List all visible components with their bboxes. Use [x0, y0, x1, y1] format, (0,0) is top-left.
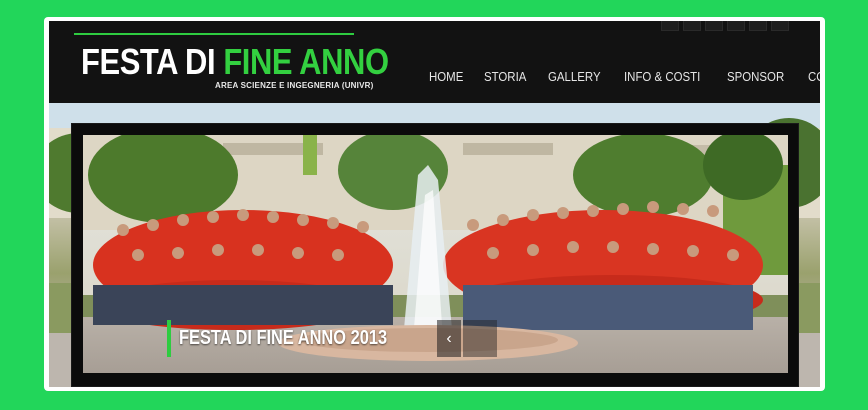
- chevron-left-icon: ‹: [446, 329, 452, 347]
- nav-item-storia[interactable]: STORIA: [484, 69, 533, 84]
- site-header: FESTA DI FINE ANNO AREA SCIENZE E INGEGN…: [49, 21, 820, 103]
- slide-caption: FESTA DI FINE ANNO 2013: [167, 320, 433, 357]
- social-icon[interactable]: [683, 21, 701, 31]
- logo-subtitle: AREA SCIENZE E INGEGNERIA (UNIVR): [215, 81, 374, 90]
- website: FESTA DI FINE ANNO AREA SCIENZE E INGEGN…: [49, 21, 820, 387]
- social-icons: [661, 21, 789, 31]
- social-icon[interactable]: [771, 21, 789, 31]
- nav-item-home[interactable]: HOME: [429, 69, 470, 84]
- caption-accent-bar: [167, 320, 171, 357]
- browser-frame: FESTA DI FINE ANNO AREA SCIENZE E INGEGN…: [44, 17, 825, 391]
- nav-item-gallery[interactable]: GALLERY: [548, 69, 608, 84]
- hero-background: FESTA DI FINE ANNO 2013 ‹: [49, 103, 820, 387]
- image-slider: FESTA DI FINE ANNO 2013 ‹: [71, 123, 799, 387]
- social-icon[interactable]: [727, 21, 745, 31]
- slider-next-button[interactable]: [463, 320, 497, 357]
- main-nav: HOME STORIA GALLERY INFO & COSTI SPONSOR…: [429, 69, 820, 84]
- nav-item-contatti[interactable]: CONTATTI: [808, 69, 820, 84]
- social-icon[interactable]: [661, 21, 679, 31]
- logo-title-green: FINE ANNO: [223, 41, 389, 82]
- nav-item-sponsor[interactable]: SPONSOR: [727, 69, 791, 84]
- social-icon[interactable]: [705, 21, 723, 31]
- caption-text: FESTA DI FINE ANNO 2013: [179, 327, 388, 349]
- nav-item-info-costi[interactable]: INFO & COSTI: [624, 69, 707, 84]
- logo-title-white: FESTA DI: [81, 41, 224, 82]
- site-logo[interactable]: FESTA DI FINE ANNO: [81, 41, 389, 83]
- slider-prev-button[interactable]: ‹: [437, 320, 461, 357]
- logo-rule: [74, 33, 354, 35]
- social-icon[interactable]: [749, 21, 767, 31]
